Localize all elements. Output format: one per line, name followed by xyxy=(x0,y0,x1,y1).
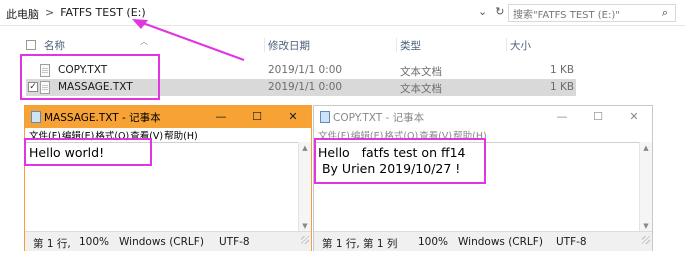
menu-bar: 文件(F) 编辑(E) 格式(O) 查看(V) 帮助(H) xyxy=(314,128,652,142)
file-name: MASSAGE.TXT xyxy=(58,81,133,93)
breadcrumb-separator: > xyxy=(45,6,55,19)
status-position: 第 1 行, xyxy=(33,238,71,250)
file-type: 文本文档 xyxy=(400,83,442,95)
status-bar: 第 1 行, 第 1 列 100% Windows (CRLF) UTF-8 xyxy=(314,231,652,251)
status-zoom: 100% xyxy=(418,236,449,248)
maximize-button[interactable]: ☐ xyxy=(239,106,275,128)
refresh-icon[interactable]: ↻ xyxy=(495,5,504,18)
text-file-icon xyxy=(40,81,50,94)
vertical-scrollbar[interactable]: ▲ ▼ xyxy=(298,142,311,232)
status-encoding: UTF-8 xyxy=(219,236,250,248)
notepad-icon xyxy=(320,111,330,123)
column-header: ︿ 名称 修改日期 类型 大小 xyxy=(0,36,685,54)
file-date: 2019/1/1 0:00 xyxy=(268,64,343,76)
file-date: 2019/1/1 0:00 xyxy=(268,81,343,93)
menu-view[interactable]: 查看(V) xyxy=(419,128,452,142)
column-date[interactable]: 修改日期 xyxy=(268,38,310,53)
notepad-icon xyxy=(31,111,41,123)
status-bar: 第 1 行, 100% Windows (CRLF) UTF-8 xyxy=(25,231,311,251)
close-button[interactable]: ✕ xyxy=(616,106,652,128)
minimize-button[interactable]: — xyxy=(544,106,580,128)
breadcrumb: 此电脑 > FATFS TEST (E:) xyxy=(6,6,146,22)
close-button[interactable]: ✕ xyxy=(275,106,311,128)
menu-format[interactable]: 格式(O) xyxy=(384,128,418,142)
text-editor[interactable]: Hello world! xyxy=(25,142,298,232)
notepad-window-copy: COPY.TXT - 记事本 — ☐ ✕ 文件(F) 编辑(E) 格式(O) 查… xyxy=(313,105,653,251)
file-type: 文本文档 xyxy=(400,66,442,78)
window-title: COPY.TXT - 记事本 xyxy=(333,111,425,124)
menu-help[interactable]: 帮助(H) xyxy=(164,128,198,142)
column-divider[interactable] xyxy=(396,38,397,52)
menu-edit[interactable]: 编辑(E) xyxy=(62,128,94,142)
vertical-scrollbar[interactable]: ▲ ▼ xyxy=(639,142,652,232)
file-size: 1 KB xyxy=(550,81,575,93)
menu-format[interactable]: 格式(O) xyxy=(95,128,129,142)
chevron-down-icon[interactable]: ⌄ xyxy=(478,5,487,18)
search-icon[interactable]: ⌕ xyxy=(659,7,671,19)
file-row-copy[interactable]: COPY.TXT 2019/1/1 0:00 文本文档 1 KB xyxy=(26,62,576,79)
status-encoding: UTF-8 xyxy=(556,236,587,248)
scroll-up-icon[interactable]: ▲ xyxy=(299,142,311,154)
sort-up-icon: ︿ xyxy=(140,37,148,46)
row-checkbox[interactable]: ✓ xyxy=(28,82,38,92)
notepad-window-massage: MASSAGE.TXT - 记事本 — ☐ ✕ 文件(F) 编辑(E) 格式(O… xyxy=(24,105,312,251)
menu-edit[interactable]: 编辑(E) xyxy=(351,128,383,142)
window-title: MASSAGE.TXT - 记事本 xyxy=(44,111,161,124)
file-explorer: 此电脑 > FATFS TEST (E:) ⌄ ↻ 搜索"FATFS TEST … xyxy=(0,0,685,100)
file-name: COPY.TXT xyxy=(58,64,108,76)
maximize-button[interactable]: ☐ xyxy=(580,106,616,128)
text-file-icon xyxy=(40,64,50,77)
column-name[interactable]: 名称 xyxy=(44,38,65,53)
status-zoom: 100% xyxy=(79,236,110,248)
file-size: 1 KB xyxy=(550,64,575,76)
resize-grip[interactable] xyxy=(301,236,309,244)
menu-bar: 文件(F) 编辑(E) 格式(O) 查看(V) 帮助(H) xyxy=(25,128,311,142)
select-all-checkbox[interactable] xyxy=(26,40,36,50)
scroll-up-icon[interactable]: ▲ xyxy=(640,142,652,154)
breadcrumb-this-pc[interactable]: 此电脑 xyxy=(6,6,39,22)
column-type[interactable]: 类型 xyxy=(400,38,421,53)
column-size[interactable]: 大小 xyxy=(510,38,531,53)
file-row-massage[interactable]: ✓ MASSAGE.TXT 2019/1/1 0:00 文本文档 1 KB xyxy=(26,79,576,96)
status-eol: Windows (CRLF) xyxy=(458,236,543,248)
search-placeholder: 搜索"FATFS TEST (E:)" xyxy=(513,9,620,21)
status-position: 第 1 行, 第 1 列 xyxy=(322,238,398,250)
search-input[interactable]: 搜索"FATFS TEST (E:)" ⌕ xyxy=(508,4,676,22)
minimize-button[interactable]: — xyxy=(203,106,239,128)
breadcrumb-drive[interactable]: FATFS TEST (E:) xyxy=(60,6,145,22)
menu-view[interactable]: 查看(V) xyxy=(130,128,163,142)
menu-file[interactable]: 文件(F) xyxy=(318,128,350,142)
menu-help[interactable]: 帮助(H) xyxy=(453,128,487,142)
column-divider[interactable] xyxy=(506,38,507,52)
resize-grip[interactable] xyxy=(642,236,650,244)
column-divider[interactable] xyxy=(264,38,265,52)
status-eol: Windows (CRLF) xyxy=(119,236,204,248)
text-editor[interactable]: Hello fatfs test on ff14 By Urien 2019/1… xyxy=(314,142,639,232)
menu-file[interactable]: 文件(F) xyxy=(29,128,61,142)
